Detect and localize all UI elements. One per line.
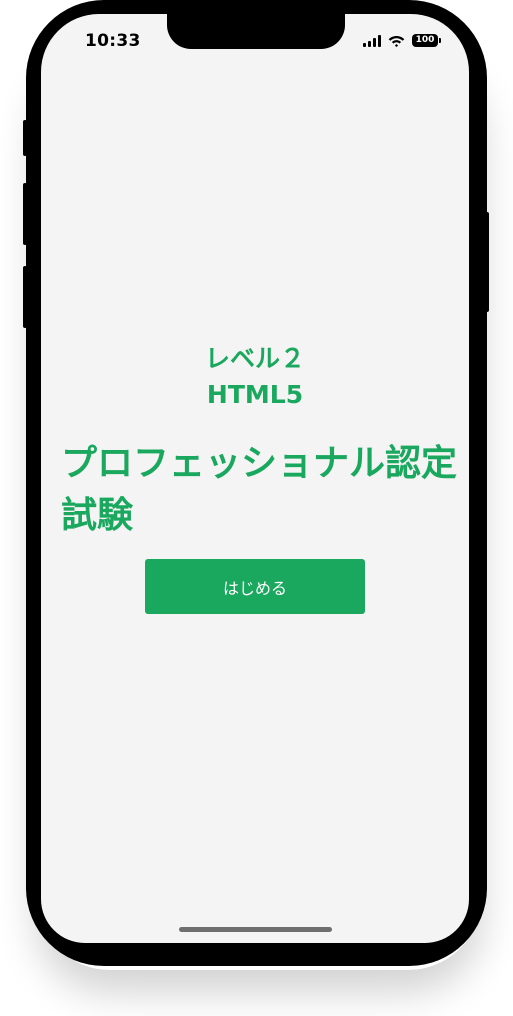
exam-title: プロフェッショナル認定試験 (61, 443, 458, 536)
device-stage: 10:33 100 レベル２ HTML5 プロフェッショナル認定試験 はじめる (0, 0, 513, 1016)
level-label: レベル２ (204, 344, 305, 373)
camera-notch (167, 14, 345, 49)
app-screen: 10:33 100 レベル２ HTML5 プロフェッショナル認定試験 はじめる (41, 14, 469, 943)
status-icons: 100 (363, 34, 441, 47)
battery-level: 100 (415, 35, 435, 45)
start-button[interactable]: はじめる (145, 559, 365, 614)
level-subject: HTML5 (206, 380, 304, 409)
wifi-icon (388, 36, 405, 47)
power-button (485, 212, 489, 312)
status-time: 10:33 (85, 31, 141, 51)
volume-up-button (23, 183, 27, 245)
mute-switch (23, 120, 27, 156)
home-indicator[interactable] (179, 927, 332, 932)
level-heading: レベル２ HTML5 (41, 341, 469, 413)
cellular-signal-icon (363, 34, 381, 47)
volume-down-button (23, 266, 27, 328)
battery-indicator: 100 (412, 34, 441, 47)
battery-icon: 100 (412, 34, 438, 47)
battery-tip (439, 38, 441, 43)
